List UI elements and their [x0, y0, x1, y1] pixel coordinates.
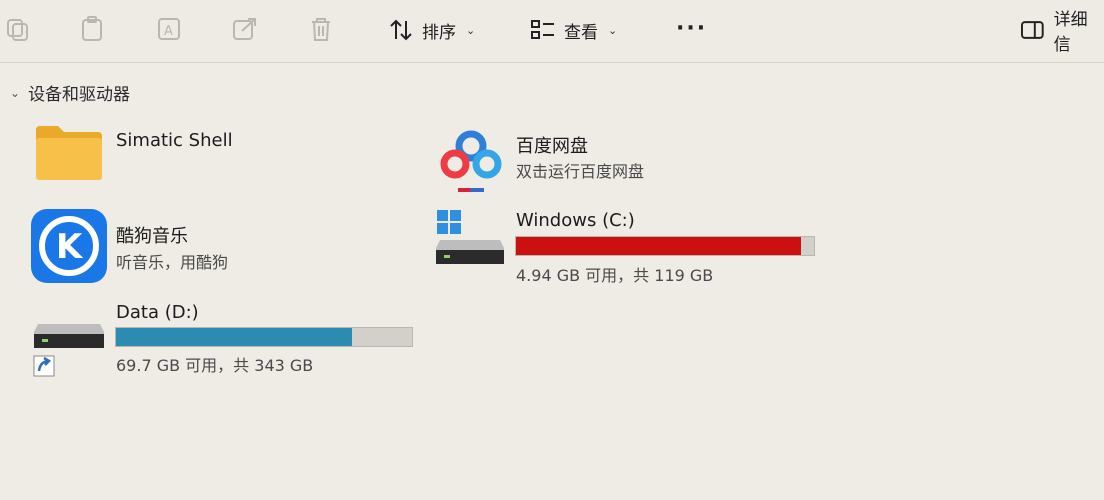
- details-pane-button[interactable]: 详细信: [1020, 10, 1104, 55]
- drive-usage-bar: [515, 236, 815, 256]
- sort-label: 排序: [422, 22, 456, 43]
- drive-usage-fill: [116, 328, 352, 346]
- chevron-down-icon: ⌄: [10, 85, 21, 100]
- drive-usage-fill: [516, 237, 802, 255]
- item-subtitle: 4.94 GB 可用，共 119 GB: [516, 266, 714, 285]
- toolbar: A 排序 ⌄ 查看 ⌄ ··· 详细信: [0, 0, 1104, 62]
- kugou-logo-icon: K: [31, 209, 107, 283]
- item-subtitle: 双击运行百度网盘: [516, 162, 645, 181]
- windows-drive-icon: [436, 210, 504, 264]
- section-header-devices[interactable]: ⌄ 设备和驱动器: [10, 80, 130, 105]
- view-button[interactable]: 查看 ⌄: [530, 14, 617, 46]
- details-pane-icon: [1020, 21, 1044, 39]
- view-label: 查看: [564, 22, 598, 43]
- chevron-down-icon: ⌄: [608, 23, 618, 37]
- delete-icon[interactable]: [306, 14, 336, 44]
- baidu-netdisk-icon: [440, 130, 502, 192]
- toolbar-divider: [0, 62, 1104, 63]
- sort-button[interactable]: 排序 ⌄: [388, 14, 475, 46]
- copy-icon[interactable]: [2, 14, 32, 44]
- section-title: 设备和驱动器: [28, 85, 131, 105]
- item-title: Windows (C:): [516, 210, 635, 231]
- more-options-button[interactable]: ···: [676, 16, 707, 41]
- svg-text:K: K: [56, 227, 84, 267]
- item-subtitle: 69.7 GB 可用，共 343 GB: [116, 356, 314, 375]
- rename-icon[interactable]: A: [155, 14, 185, 44]
- details-label: 详细信: [1053, 10, 1088, 55]
- svg-text:A: A: [164, 24, 173, 39]
- shortcut-drive-icon: [33, 324, 104, 377]
- share-icon[interactable]: [230, 14, 260, 44]
- item-subtitle: 听音乐，用酷狗: [116, 253, 229, 272]
- item-title: 酷狗音乐: [116, 226, 188, 247]
- sort-icon: [390, 19, 412, 41]
- paste-icon[interactable]: [78, 14, 108, 44]
- item-title: Simatic Shell: [116, 130, 233, 151]
- view-icon: [531, 20, 554, 39]
- drive-usage-bar: [115, 327, 413, 347]
- folder-icon: [36, 126, 102, 180]
- item-title: Data (D:): [116, 302, 199, 323]
- item-title: 百度网盘: [516, 136, 588, 157]
- chevron-down-icon: ⌄: [466, 23, 476, 37]
